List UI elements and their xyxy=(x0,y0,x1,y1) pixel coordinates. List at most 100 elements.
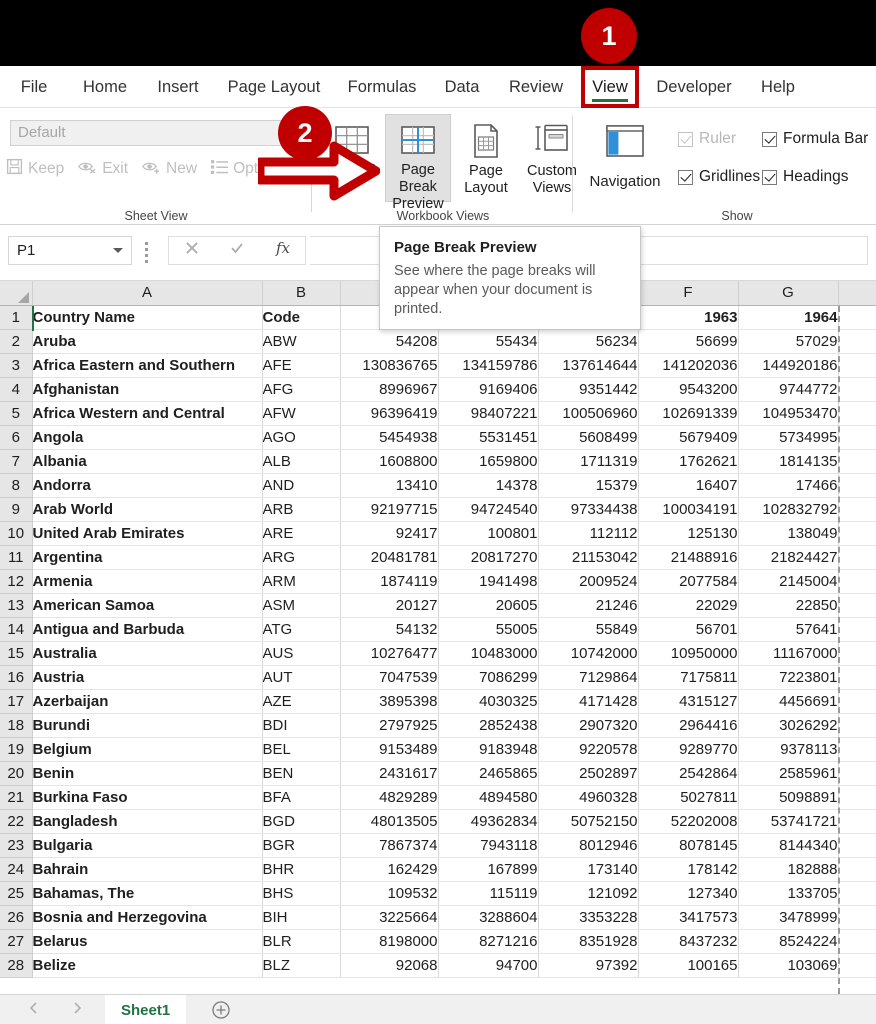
row-header[interactable]: 5 xyxy=(0,401,32,425)
grid-cell[interactable]: 9351442 xyxy=(538,377,638,401)
table-row[interactable]: 21Burkina FasoBFA48292894894580496032850… xyxy=(0,785,876,809)
grid-cell[interactable]: Armenia xyxy=(32,569,262,593)
grid-cell[interactable]: 10742000 xyxy=(538,641,638,665)
new-button[interactable]: New xyxy=(142,158,197,180)
table-row[interactable]: 8AndorraAND1341014378153791640717466 xyxy=(0,473,876,497)
grid-cell[interactable]: 8012946 xyxy=(538,833,638,857)
grid-cell[interactable]: 1814135 xyxy=(738,449,838,473)
grid-cell[interactable]: Burundi xyxy=(32,713,262,737)
grid-cell[interactable]: Australia xyxy=(32,641,262,665)
grid-cell[interactable]: Aruba xyxy=(32,329,262,353)
grid-cell[interactable]: 56699 xyxy=(638,329,738,353)
grid-cell[interactable]: AGO xyxy=(262,425,340,449)
grid-cell[interactable]: 7867374 xyxy=(340,833,438,857)
grid-cell[interactable]: 55005 xyxy=(438,617,538,641)
page-break-preview-button[interactable]: Page BreakPreview xyxy=(385,114,451,202)
grid-cell[interactable]: 49362834 xyxy=(438,809,538,833)
grid-cell-overflow[interactable] xyxy=(838,569,876,593)
table-row[interactable]: 12ArmeniaARM1874119194149820095242077584… xyxy=(0,569,876,593)
grid-cell[interactable]: 121092 xyxy=(538,881,638,905)
grid-cell[interactable]: 8271216 xyxy=(438,929,538,953)
grid-cell[interactable]: 22850 xyxy=(738,593,838,617)
row-header[interactable]: 25 xyxy=(0,881,32,905)
grid-cell[interactable]: 9169406 xyxy=(438,377,538,401)
grid-cell[interactable]: 8144340 xyxy=(738,833,838,857)
grid-cell[interactable]: AFG xyxy=(262,377,340,401)
grid-cell[interactable]: 21824427 xyxy=(738,545,838,569)
grid-cell[interactable]: 137614644 xyxy=(538,353,638,377)
tab-formulas[interactable]: Formulas xyxy=(340,66,424,108)
tab-file[interactable]: File xyxy=(12,66,56,108)
grid-cell[interactable]: 9289770 xyxy=(638,737,738,761)
grid-cell[interactable]: 20605 xyxy=(438,593,538,617)
confirm-icon[interactable] xyxy=(229,240,245,261)
grid-cell[interactable]: 15379 xyxy=(538,473,638,497)
grid-cell[interactable]: 96396419 xyxy=(340,401,438,425)
grid-cell[interactable]: 8437232 xyxy=(638,929,738,953)
grid-cell[interactable]: 10483000 xyxy=(438,641,538,665)
grid-cell[interactable]: 97392 xyxy=(538,953,638,977)
grid-cell[interactable]: 104953470 xyxy=(738,401,838,425)
grid-cell[interactable]: 173140 xyxy=(538,857,638,881)
grid-cell[interactable]: 3895398 xyxy=(340,689,438,713)
grid-cell[interactable]: 5098891 xyxy=(738,785,838,809)
grid-cell[interactable]: 141202036 xyxy=(638,353,738,377)
grid-cell[interactable]: 144920186 xyxy=(738,353,838,377)
row-header[interactable]: 21 xyxy=(0,785,32,809)
grid-cell-overflow[interactable]: 5 xyxy=(838,809,876,833)
grid-cell[interactable]: 10950000 xyxy=(638,641,738,665)
grid-cell[interactable]: 4315127 xyxy=(638,689,738,713)
grid-cell[interactable]: Burkina Faso xyxy=(32,785,262,809)
grid-cell[interactable]: 94724540 xyxy=(438,497,538,521)
name-box[interactable]: P1 xyxy=(8,236,132,265)
grid-cell[interactable]: 97334438 xyxy=(538,497,638,521)
row-header[interactable]: 23 xyxy=(0,833,32,857)
grid-cell-overflow[interactable] xyxy=(838,737,876,761)
tab-developer[interactable]: Developer xyxy=(646,66,742,108)
grid-cell[interactable]: 5608499 xyxy=(538,425,638,449)
grid-cell[interactable]: Belarus xyxy=(32,929,262,953)
grid-cell-overflow[interactable] xyxy=(838,689,876,713)
grid-cell[interactable]: Code xyxy=(262,305,340,329)
add-sheet-icon[interactable] xyxy=(198,995,244,1024)
grid-cell[interactable]: 167899 xyxy=(438,857,538,881)
tab-review[interactable]: Review xyxy=(500,66,572,108)
grid-cell[interactable]: 55434 xyxy=(438,329,538,353)
exit-button[interactable]: Exit xyxy=(78,158,128,180)
grid-cell[interactable]: 2145004 xyxy=(738,569,838,593)
grid-cell[interactable]: 5454938 xyxy=(340,425,438,449)
grid-cell[interactable]: Bangladesh xyxy=(32,809,262,833)
grid-cell[interactable]: 2585961 xyxy=(738,761,838,785)
grid-cell[interactable]: 3026292 xyxy=(738,713,838,737)
grid-cell[interactable]: BGD xyxy=(262,809,340,833)
grid-cell[interactable]: 16407 xyxy=(638,473,738,497)
formula-bar-grip[interactable] xyxy=(145,242,149,260)
grid-cell[interactable]: BHR xyxy=(262,857,340,881)
grid-cell-overflow[interactable] xyxy=(838,329,876,353)
grid-cell[interactable]: Albania xyxy=(32,449,262,473)
table-row[interactable]: 26Bosnia and HerzegovinaBIH3225664328860… xyxy=(0,905,876,929)
grid-cell[interactable]: 2852438 xyxy=(438,713,538,737)
table-row[interactable]: 25Bahamas, TheBHS10953211511912109212734… xyxy=(0,881,876,905)
grid-cell[interactable]: 20817270 xyxy=(438,545,538,569)
grid-cell[interactable]: 20481781 xyxy=(340,545,438,569)
grid-cell[interactable]: ARB xyxy=(262,497,340,521)
grid-cell[interactable]: Bahrain xyxy=(32,857,262,881)
grid-cell[interactable]: 130836765 xyxy=(340,353,438,377)
row-header[interactable]: 12 xyxy=(0,569,32,593)
grid-cell[interactable]: 2542864 xyxy=(638,761,738,785)
table-row[interactable]: 27BelarusBLR8198000827121683519288437232… xyxy=(0,929,876,953)
grid-cell[interactable]: 8078145 xyxy=(638,833,738,857)
row-header[interactable]: 8 xyxy=(0,473,32,497)
grid-cell[interactable]: 17466 xyxy=(738,473,838,497)
grid-cell[interactable]: 3353228 xyxy=(538,905,638,929)
gridlines-checkbox-row[interactable]: Gridlines xyxy=(678,168,760,186)
grid-cell[interactable]: 98407221 xyxy=(438,401,538,425)
grid-cell[interactable]: BIH xyxy=(262,905,340,929)
row-header[interactable]: 28 xyxy=(0,953,32,977)
grid-cell-overflow[interactable]: 14 xyxy=(838,353,876,377)
grid-cell[interactable]: 2077584 xyxy=(638,569,738,593)
grid-cell[interactable]: 1964 xyxy=(738,305,838,329)
grid-cell[interactable]: 100506960 xyxy=(538,401,638,425)
grid-cell[interactable]: 100034191 xyxy=(638,497,738,521)
